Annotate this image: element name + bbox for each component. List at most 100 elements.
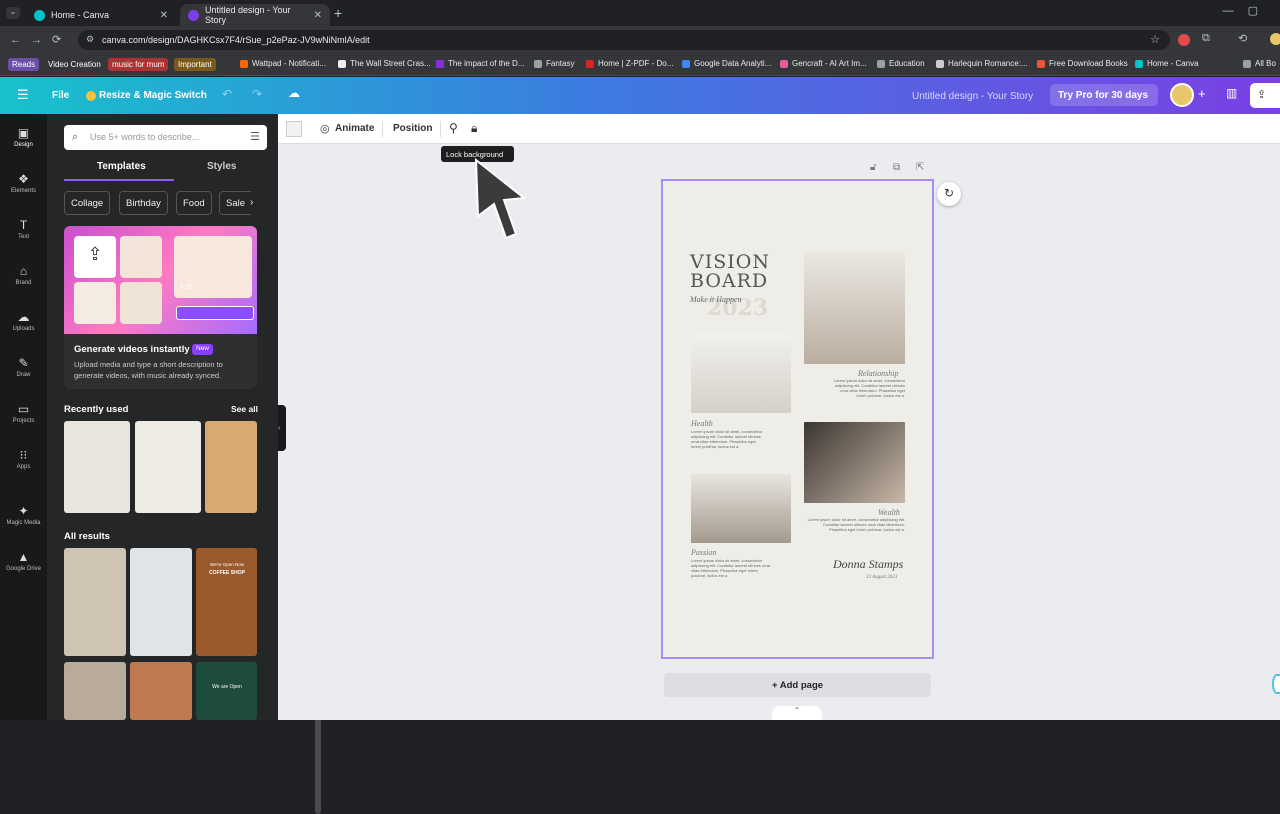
- user-avatar[interactable]: [1170, 83, 1194, 107]
- chevron-right-icon[interactable]: ›: [250, 197, 253, 208]
- bookmark-link[interactable]: The Wall Street Cras...: [338, 59, 431, 68]
- bookmark-chip[interactable]: Reads: [8, 58, 40, 71]
- photo-money[interactable]: [804, 422, 905, 503]
- signature-date[interactable]: 23 August 2023: [866, 575, 897, 580]
- share-button[interactable]: ⇪: [1250, 83, 1280, 108]
- rail-draw[interactable]: ✎ Draw: [0, 356, 47, 378]
- bookmark-link[interactable]: Home | Z-PDF - Do...: [586, 59, 673, 68]
- tab-templates[interactable]: Templates: [97, 161, 146, 172]
- add-page-icon[interactable]: ⇱: [916, 162, 924, 173]
- refresh-icon[interactable]: ↻: [937, 182, 961, 206]
- bookmark-folder[interactable]: Fantasy: [534, 59, 574, 68]
- close-tab-icon[interactable]: ✕: [160, 10, 168, 21]
- address-bar[interactable]: ⚙ canva.com/design/DAGHKCsx7F4/rSue_p2eP…: [78, 30, 1170, 50]
- filter-icon[interactable]: ☰: [250, 130, 260, 143]
- tab-search-icon[interactable]: ⌄: [6, 7, 20, 19]
- menu-icon[interactable]: ☰: [17, 87, 29, 103]
- rail-projects[interactable]: ▭ Projects: [0, 402, 47, 424]
- try-pro-button[interactable]: Try Pro for 30 days: [1050, 84, 1158, 106]
- copy-style-icon[interactable]: ⚲: [449, 121, 458, 135]
- rail-apps[interactable]: ⁝⁝ Apps: [0, 448, 47, 470]
- resize-magic-switch-button[interactable]: Resize & Magic Switch: [99, 90, 207, 101]
- background-color-swatch[interactable]: [286, 121, 302, 137]
- lock-icon[interactable]: 🔒︎: [471, 121, 477, 136]
- promo-card[interactable]: ⇪ 4.0s Generate videos instantly New Upl…: [64, 226, 257, 389]
- extension-icon[interactable]: [1178, 34, 1190, 46]
- category-chip[interactable]: Food: [176, 191, 212, 215]
- bookmark-link[interactable]: Google Data Analyti...: [682, 59, 771, 68]
- bookmark-link[interactable]: Wattpad - Notificati...: [240, 59, 326, 68]
- template-thumb[interactable]: [130, 662, 192, 720]
- signature[interactable]: Donna Stamps: [833, 557, 903, 572]
- board-title[interactable]: BOARD: [690, 270, 768, 292]
- category-chip[interactable]: Birthday: [119, 191, 168, 215]
- all-bookmarks[interactable]: All Bo: [1243, 59, 1276, 68]
- template-thumb[interactable]: [64, 662, 126, 720]
- bookmark-link[interactable]: Home - Canva: [1135, 59, 1199, 68]
- see-all-link[interactable]: See all: [231, 404, 258, 414]
- duplicate-page-icon[interactable]: ⧉: [893, 162, 900, 173]
- bookmark-link[interactable]: The impact of the D...: [436, 59, 524, 68]
- template-thumb[interactable]: [64, 548, 126, 656]
- window-controls[interactable]: —▢: [1223, 4, 1272, 17]
- template-thumb[interactable]: We are Open: [196, 662, 257, 720]
- caption-health[interactable]: Health: [691, 419, 713, 428]
- profile-avatar[interactable]: [1270, 33, 1280, 45]
- rail-brand[interactable]: ⌂ Brand: [0, 264, 47, 286]
- script-text[interactable]: Make it Happen: [690, 295, 742, 304]
- undo-icon[interactable]: ↶: [222, 87, 232, 101]
- history-icon[interactable]: ⟲: [1238, 32, 1247, 45]
- caption-passion[interactable]: Passion: [691, 548, 716, 557]
- document-title[interactable]: Untitled design - Your Story: [912, 91, 1033, 102]
- tab-untitled-design[interactable]: Untitled design - Your Story ✕: [180, 4, 330, 26]
- new-tab-icon[interactable]: +: [334, 5, 342, 21]
- lorem-text[interactable]: Lorem ipsum dolor sit amet, consectetur …: [805, 517, 905, 532]
- design-page[interactable]: VISION BOARD 2023 Make it Happen Relatio…: [661, 179, 934, 659]
- caption-relationship[interactable]: Relationship: [858, 369, 898, 378]
- tab-home-canva[interactable]: Home - Canva ✕: [26, 4, 176, 26]
- site-info-icon[interactable]: ⚙: [86, 34, 94, 45]
- redo-icon[interactable]: ↷: [252, 87, 262, 101]
- bookmark-chip[interactable]: music for mum: [108, 58, 169, 71]
- template-thumb[interactable]: [130, 548, 192, 656]
- category-chip[interactable]: Collage: [64, 191, 111, 215]
- recent-template-thumb[interactable]: [135, 421, 201, 513]
- rail-magic-media[interactable]: ✦ Magic Media: [0, 504, 47, 526]
- recent-template-thumb[interactable]: [64, 421, 130, 513]
- photo-cooking[interactable]: [691, 474, 791, 543]
- lorem-text[interactable]: Lorem ipsum dolor sit amet, consectetur …: [691, 429, 763, 449]
- collapse-panel-handle[interactable]: ‹: [278, 405, 286, 451]
- help-button[interactable]: [1272, 674, 1280, 694]
- category-chip[interactable]: Sale: [219, 191, 252, 215]
- add-collaborator-icon[interactable]: +: [1198, 86, 1206, 101]
- lorem-text[interactable]: Lorem ipsum dolor sit amet, consectetur …: [833, 378, 905, 398]
- page-lock-icon[interactable]: 🔓︎: [870, 162, 876, 173]
- bookmark-chip[interactable]: Important: [174, 58, 216, 71]
- template-search-input[interactable]: ⌕ Use 5+ words to describe... ☰: [64, 125, 267, 150]
- insights-chart-icon[interactable]: ▥: [1226, 86, 1237, 100]
- lorem-text[interactable]: Lorem ipsum dolor sit amet, consectetur …: [691, 558, 773, 578]
- bookmark-link[interactable]: Harlequin Romance:...: [936, 59, 1028, 68]
- bookmark-star-icon[interactable]: ☆: [1150, 33, 1160, 46]
- add-page-button[interactable]: + Add page: [664, 673, 931, 697]
- rail-google-drive[interactable]: ▲ Google Drive: [0, 550, 47, 572]
- animate-button[interactable]: Animate: [335, 123, 374, 134]
- close-tab-icon[interactable]: ✕: [314, 10, 322, 21]
- template-thumb[interactable]: We're Open Now COFFEE SHOP: [196, 548, 257, 656]
- caption-wealth[interactable]: Wealth: [878, 508, 900, 517]
- rail-design[interactable]: ▣ Design: [0, 126, 47, 148]
- recent-template-thumb[interactable]: [205, 421, 257, 513]
- bookmark-folder[interactable]: Education: [877, 59, 925, 68]
- rail-uploads[interactable]: ☁ Uploads: [0, 310, 47, 332]
- page-scroll-up-icon[interactable]: ⌃: [772, 706, 822, 720]
- bookmark-chip[interactable]: Video Creation: [44, 58, 105, 71]
- nav-buttons[interactable]: ←→⟳: [10, 33, 71, 46]
- tab-styles[interactable]: Styles: [207, 161, 236, 172]
- cloud-save-icon[interactable]: ☁: [288, 86, 300, 100]
- position-button[interactable]: Position: [393, 123, 432, 134]
- rail-elements[interactable]: ❖ Elements: [0, 172, 47, 194]
- file-menu[interactable]: File: [52, 90, 69, 101]
- rail-text[interactable]: T Text: [0, 218, 47, 240]
- photo-couple[interactable]: [804, 251, 905, 364]
- bookmark-link[interactable]: Free Download Books: [1037, 59, 1128, 68]
